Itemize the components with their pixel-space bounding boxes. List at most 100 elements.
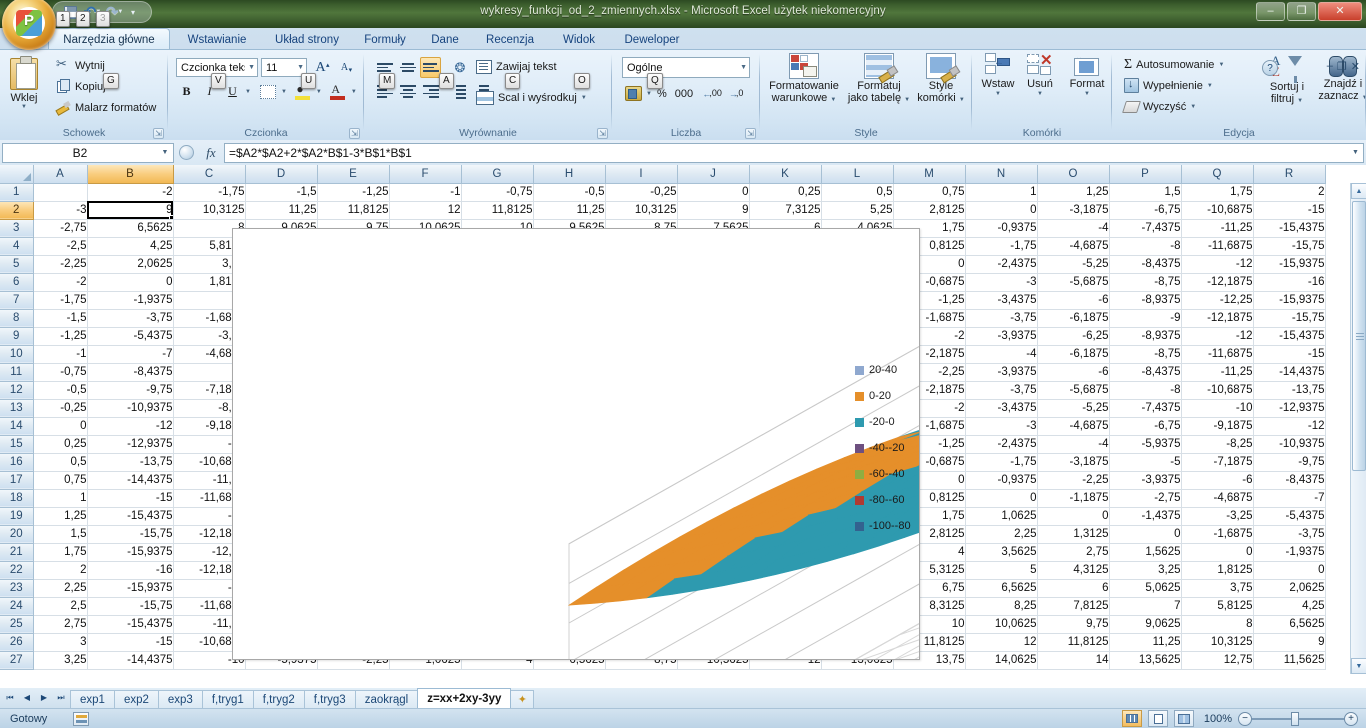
column-header-o[interactable]: O: [1037, 165, 1110, 184]
column-header-e[interactable]: E: [317, 165, 390, 184]
row-header-5[interactable]: 5: [0, 255, 34, 274]
underline-caret-icon[interactable]: ▼: [245, 89, 251, 95]
merge-center-button[interactable]: Scal i wyśrodkuj ▼: [472, 87, 591, 108]
table-cell[interactable]: -9,75: [1253, 453, 1326, 472]
sheet-tab-4[interactable]: f,tryg2: [252, 690, 305, 708]
table-cell[interactable]: 4,25: [87, 237, 174, 256]
table-cell[interactable]: 2,25: [33, 579, 88, 598]
table-cell[interactable]: 5,0625: [1109, 579, 1182, 598]
table-cell[interactable]: -3: [965, 417, 1038, 436]
table-cell[interactable]: 3,25: [1109, 561, 1182, 580]
table-cell[interactable]: -0,5: [33, 381, 88, 400]
tab-widok[interactable]: Widok: [548, 29, 610, 50]
row-header-7[interactable]: 7: [0, 291, 34, 310]
table-cell[interactable]: -15,9375: [1253, 291, 1326, 310]
table-cell[interactable]: 12,75: [1181, 651, 1254, 670]
table-cell[interactable]: 0: [1253, 561, 1326, 580]
table-cell[interactable]: -3,9375: [1109, 471, 1182, 490]
table-cell[interactable]: 0,25: [749, 183, 822, 202]
sheet-tab-5[interactable]: f,tryg3: [303, 690, 356, 708]
table-cell[interactable]: -12: [1181, 255, 1254, 274]
table-cell[interactable]: -3,75: [965, 309, 1038, 328]
table-cell[interactable]: -1,75: [965, 237, 1038, 256]
table-cell[interactable]: 0: [1109, 525, 1182, 544]
table-cell[interactable]: -1,25: [317, 183, 390, 202]
table-cell[interactable]: 8,25: [965, 597, 1038, 616]
help-button[interactable]: ?: [1262, 60, 1278, 76]
table-cell[interactable]: -11,25: [1181, 219, 1254, 238]
row-header-23[interactable]: 23: [0, 579, 34, 598]
wrap-text-button[interactable]: Zawijaj tekst: [472, 56, 591, 77]
table-cell[interactable]: -4,6875: [1037, 237, 1110, 256]
accounting-caret-icon[interactable]: ▼: [646, 91, 652, 97]
table-cell[interactable]: 0: [33, 417, 88, 436]
table-cell[interactable]: -6,1875: [1037, 309, 1110, 328]
row-header-9[interactable]: 9: [0, 327, 34, 346]
name-box-chevron-icon[interactable]: ▼: [157, 149, 173, 156]
table-cell[interactable]: -12,1875: [1181, 309, 1254, 328]
table-cell[interactable]: -4: [1037, 219, 1110, 238]
table-cell[interactable]: -3,4375: [965, 399, 1038, 418]
table-cell[interactable]: -9: [1109, 309, 1182, 328]
row-header-24[interactable]: 24: [0, 597, 34, 616]
table-cell[interactable]: -8,4375: [1253, 471, 1326, 490]
table-cell[interactable]: 5: [965, 561, 1038, 580]
table-cell[interactable]: -6,25: [1037, 327, 1110, 346]
delete-cells-button[interactable]: ✕ Usuń ▼: [1020, 52, 1060, 97]
shrink-font-button[interactable]: A: [334, 57, 355, 78]
conditional-formatting-button[interactable]: Formatowanie warunkowe ▼: [766, 53, 842, 104]
increase-decimal-button[interactable]: ,00: [701, 83, 723, 104]
table-cell[interactable]: 9,0625: [1109, 615, 1182, 634]
table-cell[interactable]: -12,9375: [87, 435, 174, 454]
column-header-n[interactable]: N: [965, 165, 1038, 184]
table-cell[interactable]: 6,5625: [1253, 615, 1326, 634]
table-cell[interactable]: 0: [87, 273, 174, 292]
page-break-view-button[interactable]: [1174, 710, 1194, 727]
column-header-l[interactable]: L: [821, 165, 894, 184]
table-cell[interactable]: -11,6875: [1181, 237, 1254, 256]
table-cell[interactable]: -7: [1253, 489, 1326, 508]
zoom-in-button[interactable]: +: [1344, 711, 1358, 726]
table-cell[interactable]: -0,5: [533, 183, 606, 202]
active-cell[interactable]: 9: [87, 201, 174, 220]
table-cell[interactable]: -12: [1253, 417, 1326, 436]
tab-recenzja[interactable]: Recenzja: [472, 29, 548, 50]
table-cell[interactable]: -8: [1109, 381, 1182, 400]
table-cell[interactable]: -12: [1181, 327, 1254, 346]
table-cell[interactable]: -5,25: [1037, 399, 1110, 418]
table-cell[interactable]: -10,9375: [1253, 435, 1326, 454]
table-cell[interactable]: 5,8125: [1181, 597, 1254, 616]
table-cell[interactable]: 2,0625: [1253, 579, 1326, 598]
table-cell[interactable]: -10,6875: [1181, 201, 1254, 220]
table-cell[interactable]: -5,6875: [1037, 381, 1110, 400]
table-cell[interactable]: 1,5: [1109, 183, 1182, 202]
column-header-b[interactable]: B: [87, 165, 174, 184]
table-cell[interactable]: 14: [1037, 651, 1110, 670]
table-cell[interactable]: 6,5625: [965, 579, 1038, 598]
column-header-h[interactable]: H: [533, 165, 606, 184]
insert-cells-button[interactable]: ← Wstaw ▼: [978, 53, 1018, 97]
table-cell[interactable]: 0,75: [893, 183, 966, 202]
table-cell[interactable]: 13,5625: [1109, 651, 1182, 670]
table-cell[interactable]: -14,4375: [1253, 363, 1326, 382]
zoom-slider-thumb[interactable]: [1291, 711, 1299, 726]
maximize-button[interactable]: ❐: [1287, 2, 1316, 21]
table-cell[interactable]: -15,75: [1253, 237, 1326, 256]
table-cell[interactable]: -15: [1253, 201, 1326, 220]
table-cell[interactable]: -6,1875: [1037, 345, 1110, 364]
column-header-i[interactable]: I: [605, 165, 678, 184]
zoom-slider[interactable]: − +: [1238, 711, 1358, 727]
table-cell[interactable]: 10,0625: [965, 615, 1038, 634]
row-header-18[interactable]: 18: [0, 489, 34, 508]
fill-color-caret-icon[interactable]: ▼: [316, 89, 322, 95]
column-header-c[interactable]: C: [173, 165, 246, 184]
table-cell[interactable]: -1: [389, 183, 462, 202]
table-cell[interactable]: -10: [1181, 399, 1254, 418]
table-cell[interactable]: 0: [1181, 543, 1254, 562]
table-cell[interactable]: -11,6875: [1181, 345, 1254, 364]
expand-formula-bar-button[interactable]: ▼: [1348, 142, 1364, 163]
font-color-button[interactable]: A: [328, 81, 349, 102]
table-cell[interactable]: -12,1875: [1181, 273, 1254, 292]
table-cell[interactable]: -2,75: [1109, 489, 1182, 508]
column-header-q[interactable]: Q: [1181, 165, 1254, 184]
